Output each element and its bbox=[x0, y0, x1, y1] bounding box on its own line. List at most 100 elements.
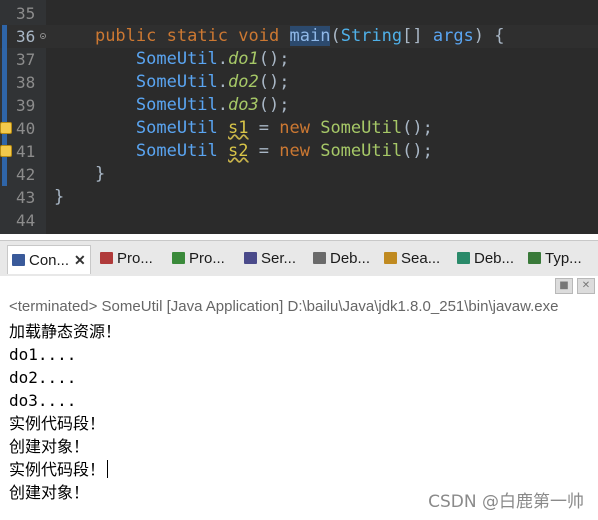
view-tab-bar: Con... ✕ Pro... Pro... Ser... Deb... Sea... Deb… bbox=[0, 240, 598, 276]
line-number: 37 bbox=[16, 50, 36, 69]
code-line[interactable]: 39 SomeUtil.do3(); bbox=[0, 94, 598, 117]
code-token: } bbox=[94, 164, 106, 184]
code-token: do2 bbox=[228, 72, 259, 92]
tab-search[interactable]: Sea... bbox=[384, 245, 440, 273]
search-icon bbox=[384, 252, 397, 264]
code-token: } bbox=[54, 187, 65, 207]
console-line-text: do2.... bbox=[9, 368, 77, 387]
tab-debug[interactable]: Deb... bbox=[313, 245, 370, 273]
code-token: (); bbox=[258, 72, 290, 92]
watermark: CSDN @白鹿第一帅 bbox=[428, 492, 584, 512]
code-token: s1 bbox=[228, 118, 249, 138]
code-token: SomeUtil bbox=[135, 118, 218, 138]
code-token: public bbox=[94, 26, 157, 46]
line-number: 42 bbox=[16, 165, 36, 184]
debug-shell-icon bbox=[457, 252, 470, 264]
tab-console[interactable]: Con... ✕ bbox=[7, 245, 91, 274]
change-marker bbox=[2, 163, 7, 186]
code-editor[interactable]: 35 36 public static void main(String[] ar… bbox=[0, 0, 598, 234]
tab-debug-shell[interactable]: Deb... bbox=[457, 245, 514, 273]
tab-problems[interactable]: Pro... bbox=[100, 245, 153, 273]
console-line: do2.... bbox=[9, 366, 594, 389]
code-token: String bbox=[340, 26, 403, 46]
code-line[interactable]: 38 SomeUtil.do2(); bbox=[0, 71, 598, 94]
console-line: 加载静态资源！ bbox=[9, 320, 594, 343]
code-line[interactable]: 37 SomeUtil.do1(); bbox=[0, 48, 598, 71]
line-number: 44 bbox=[16, 211, 36, 230]
code-line[interactable]: 42 } bbox=[0, 163, 598, 186]
change-marker bbox=[2, 71, 7, 94]
console-line-text: 创建对象！ bbox=[9, 437, 90, 456]
text-caret bbox=[107, 460, 109, 478]
console-line: 实例代码段！ bbox=[9, 458, 594, 481]
console-line: do1.... bbox=[9, 343, 594, 366]
console-line-text: 实例代码段！ bbox=[9, 460, 106, 479]
code-area[interactable]: 35 36 public static void main(String[] ar… bbox=[0, 2, 598, 232]
console-line-text: do1.... bbox=[9, 345, 77, 364]
code-text: } bbox=[54, 163, 105, 186]
tab-label: Typ... bbox=[545, 250, 582, 267]
code-token: SomeUtil bbox=[135, 95, 218, 115]
code-token: do3 bbox=[228, 95, 259, 115]
close-icon[interactable]: ✕ bbox=[74, 252, 86, 268]
code-token: . bbox=[217, 95, 229, 115]
code-token: = bbox=[248, 118, 280, 138]
tab-label: Deb... bbox=[474, 250, 515, 267]
code-token: (); bbox=[402, 118, 433, 138]
console-line: 实例代码段！ bbox=[9, 412, 594, 435]
tab-label: Pro... bbox=[189, 250, 225, 267]
console-line-text: do3.... bbox=[9, 391, 77, 410]
code-text: SomeUtil.do1(); bbox=[54, 48, 290, 71]
code-line[interactable]: 40 SomeUtil s1 = new SomeUtil(); bbox=[0, 117, 598, 140]
code-token: main bbox=[289, 26, 331, 46]
console-output[interactable]: 加载静态资源！ do1.... do2.... do3.... 实例代码段！ 创建对象！ 实… bbox=[9, 320, 594, 504]
code-token: s2 bbox=[228, 141, 249, 161]
servers-icon bbox=[244, 252, 257, 264]
warning-icon[interactable] bbox=[0, 122, 12, 134]
code-token: new bbox=[279, 118, 310, 138]
code-token: . bbox=[217, 49, 229, 69]
code-line[interactable]: 43} bbox=[0, 186, 598, 209]
change-marker bbox=[2, 25, 7, 48]
code-line[interactable]: 35 bbox=[0, 2, 598, 25]
code-token: SomeUtil bbox=[135, 49, 218, 69]
tab-label: Pro... bbox=[117, 250, 153, 267]
tab-label: Con... bbox=[29, 252, 70, 269]
code-line[interactable]: 44 bbox=[0, 209, 598, 232]
console-icon bbox=[12, 254, 25, 266]
code-token: . bbox=[217, 72, 229, 92]
code-token: (); bbox=[402, 141, 433, 161]
code-token: = bbox=[248, 141, 280, 161]
code-token: ( bbox=[330, 26, 341, 46]
line-number: 35 bbox=[16, 4, 36, 23]
terminate-button[interactable]: ■ bbox=[555, 278, 573, 294]
code-line[interactable]: 36 public static void main(String[] args… bbox=[0, 25, 598, 48]
code-text: } bbox=[54, 186, 64, 209]
code-token: SomeUtil bbox=[320, 118, 403, 138]
fold-toggle-icon[interactable] bbox=[40, 33, 46, 39]
code-token: args bbox=[432, 26, 474, 46]
warning-icon[interactable] bbox=[0, 145, 12, 157]
tab-servers[interactable]: Ser... bbox=[244, 245, 296, 273]
tab-label: Sea... bbox=[401, 250, 441, 267]
code-token: ) { bbox=[473, 26, 505, 46]
code-token: SomeUtil bbox=[135, 72, 218, 92]
code-line[interactable]: 41 SomeUtil s2 = new SomeUtil(); bbox=[0, 140, 598, 163]
remove-launch-button[interactable]: ✕ bbox=[577, 278, 595, 294]
line-number: 38 bbox=[16, 73, 36, 92]
tab-type-hierarchy[interactable]: Typ... bbox=[528, 245, 582, 273]
tab-progress[interactable]: Pro... bbox=[172, 245, 225, 273]
code-token: SomeUtil bbox=[135, 141, 218, 161]
code-token: SomeUtil bbox=[320, 141, 403, 161]
